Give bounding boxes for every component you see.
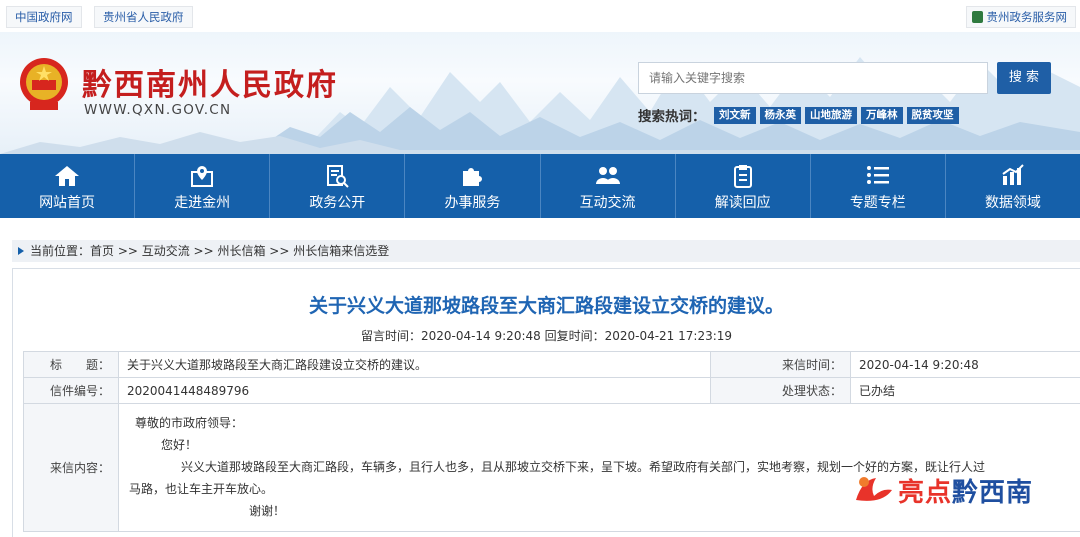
time-label: 来信时间： [710, 351, 851, 378]
status-label: 处理状态： [710, 377, 851, 404]
site-header: 黔西南州人民政府 WWW.QXN.GOV.CN 搜 索 搜索热词： 刘文新 杨永… [0, 32, 1080, 154]
nav-item-label: 互动交流 [579, 195, 636, 211]
hot-words-label: 搜索热词： [638, 109, 706, 125]
article-title: 关于兴义大道那坡路段至大商汇路段建设立交桥的建议。 [308, 295, 784, 317]
watermark-text: 亮点黔西南 [898, 472, 1033, 509]
breadcrumb-text[interactable]: 当前位置：首页 >> 互动交流 >> 州长信箱 >> 州长信箱来信选登 [30, 244, 389, 258]
nav-item-services[interactable]: 办事服务 [405, 154, 541, 218]
service-app-icon [971, 11, 983, 23]
table-row: 标 题： 关于兴义大道那坡路段至大商汇路段建设立交桥的建议。 来信时间： 202… [23, 351, 1080, 378]
letter-salutation: 尊敬的市政府领导： [135, 416, 244, 430]
nav-item-label: 专题专栏 [849, 195, 906, 211]
map-pin-icon [191, 166, 214, 187]
link-guizhou-service-label: 贵州政务服务网 [986, 10, 1068, 24]
breadcrumb: 当前位置：首页 >> 互动交流 >> 州长信箱 >> 州长信箱来信选登 [12, 240, 1080, 262]
nav-item-label: 政务公开 [309, 195, 366, 211]
hot-words-list: 刘文新 杨永英 山地旅游 万峰林 脱贫攻坚 [714, 107, 959, 124]
status-value: 已办结 [850, 377, 1080, 404]
link-guizhou-gov[interactable]: 贵州省人民政府 [94, 6, 193, 28]
letter-greeting: 您好！ [161, 438, 198, 452]
content-label: 来信内容： [23, 403, 119, 532]
link-guizhou-service[interactable]: 贵州政务服务网 [965, 6, 1076, 28]
site-title: 黔西南州人民政府 [82, 68, 338, 103]
number-label: 信件编号： [23, 377, 119, 404]
nav-item-label: 走进金州 [174, 195, 231, 211]
nav-item-interaction[interactable]: 互动交流 [541, 154, 676, 218]
watermark-logo: 亮点黔西南 [852, 466, 1068, 514]
nav-item-about[interactable]: 走进金州 [135, 154, 271, 218]
top-bar: 中国政府网 贵州省人民政府 贵州政务服务网 [0, 0, 1080, 32]
watermark-text-prefix: 亮点 [898, 478, 953, 508]
watermark-text-suffix: 黔西南 [952, 478, 1034, 508]
nav-item-public[interactable]: 政务公开 [270, 154, 406, 218]
hot-word-tag[interactable]: 杨永英 [759, 107, 801, 124]
people-icon [595, 167, 620, 184]
clipboard-icon [733, 165, 752, 188]
nav-item-label: 解读回应 [714, 195, 771, 211]
chart-icon [1002, 164, 1024, 185]
hot-word-tag[interactable]: 万峰林 [861, 107, 903, 124]
document-search-icon [327, 165, 350, 188]
nav-item-data[interactable]: 数据领域 [946, 154, 1080, 218]
site-url: WWW.QXN.GOV.CN [84, 102, 232, 118]
hot-word-tag[interactable]: 脱贫攻坚 [906, 107, 959, 124]
link-gov-cn[interactable]: 中国政府网 [6, 6, 82, 28]
puzzle-icon [463, 168, 483, 186]
search-input[interactable] [638, 62, 988, 94]
search-button[interactable]: 搜 索 [997, 62, 1051, 94]
hot-word-tag[interactable]: 刘文新 [714, 107, 756, 124]
subject-value: 关于兴义大道那坡路段至大商汇路段建设立交桥的建议。 [118, 351, 711, 378]
nav-item-home[interactable]: 网站首页 [0, 154, 136, 218]
home-icon [55, 166, 80, 186]
article-meta: 留言时间：2020-04-14 9:20:48 回复时间：2020-04-21 … [360, 329, 733, 343]
nav-item-label: 数据领域 [984, 195, 1041, 211]
nav-item-label: 网站首页 [39, 195, 96, 211]
nav-item-topics[interactable]: 专题专栏 [811, 154, 946, 218]
nav-item-label: 办事服务 [444, 195, 501, 211]
time-value: 2020-04-14 9:20:48 [850, 351, 1080, 378]
watermark-emblem-icon [856, 477, 892, 501]
number-value: 2020041448489796 [118, 377, 711, 404]
subject-label: 标 题： [23, 351, 119, 378]
table-row: 信件编号： 2020041448489796 处理状态： 已办结 [23, 377, 1080, 404]
nav-item-interpretation[interactable]: 解读回应 [676, 154, 811, 218]
national-emblem-icon [20, 58, 68, 110]
main-nav: 网站首页 走进金州 政务公开 办事服务 互动交流 解读回应 专题专栏 数据领域 [0, 154, 1080, 218]
hot-word-tag[interactable]: 山地旅游 [805, 107, 857, 124]
list-icon [866, 166, 889, 184]
breadcrumb-arrow-icon [18, 247, 24, 255]
